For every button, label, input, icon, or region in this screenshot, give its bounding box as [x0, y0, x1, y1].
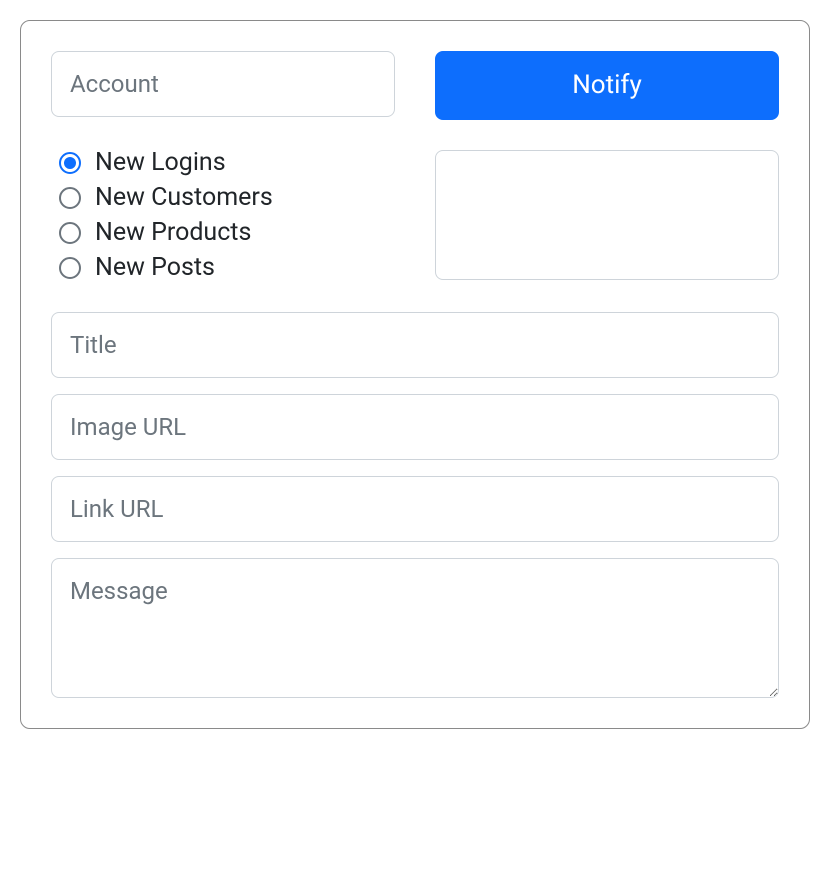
preview-box: [435, 150, 779, 280]
radio-new-customers[interactable]: New Customers: [59, 183, 395, 212]
second-row: New Logins New Customers New Products Ne…: [51, 148, 779, 282]
title-input[interactable]: [51, 312, 779, 378]
radio-icon: [59, 257, 81, 279]
account-input[interactable]: [51, 51, 395, 117]
radio-new-logins[interactable]: New Logins: [59, 148, 395, 177]
notify-form-card: Notify New Logins New Customers New Prod…: [20, 20, 810, 729]
radio-new-products[interactable]: New Products: [59, 218, 395, 247]
radio-label: New Logins: [95, 148, 226, 177]
notify-button[interactable]: Notify: [435, 51, 779, 120]
account-col: [51, 51, 395, 120]
image-url-input[interactable]: [51, 394, 779, 460]
radio-col: New Logins New Customers New Products Ne…: [51, 148, 395, 282]
radio-icon: [59, 187, 81, 209]
radio-icon: [59, 152, 81, 174]
message-textarea[interactable]: [51, 558, 779, 698]
notify-col: Notify: [435, 51, 779, 120]
radio-label: New Products: [95, 218, 251, 247]
preview-col: [435, 150, 779, 280]
radio-new-posts[interactable]: New Posts: [59, 253, 395, 282]
radio-icon: [59, 222, 81, 244]
field-stack: [51, 312, 779, 698]
link-url-input[interactable]: [51, 476, 779, 542]
radio-label: New Customers: [95, 183, 273, 212]
notification-type-radio-group: New Logins New Customers New Products Ne…: [51, 148, 395, 282]
top-row: Notify: [51, 51, 779, 120]
radio-label: New Posts: [95, 253, 215, 282]
